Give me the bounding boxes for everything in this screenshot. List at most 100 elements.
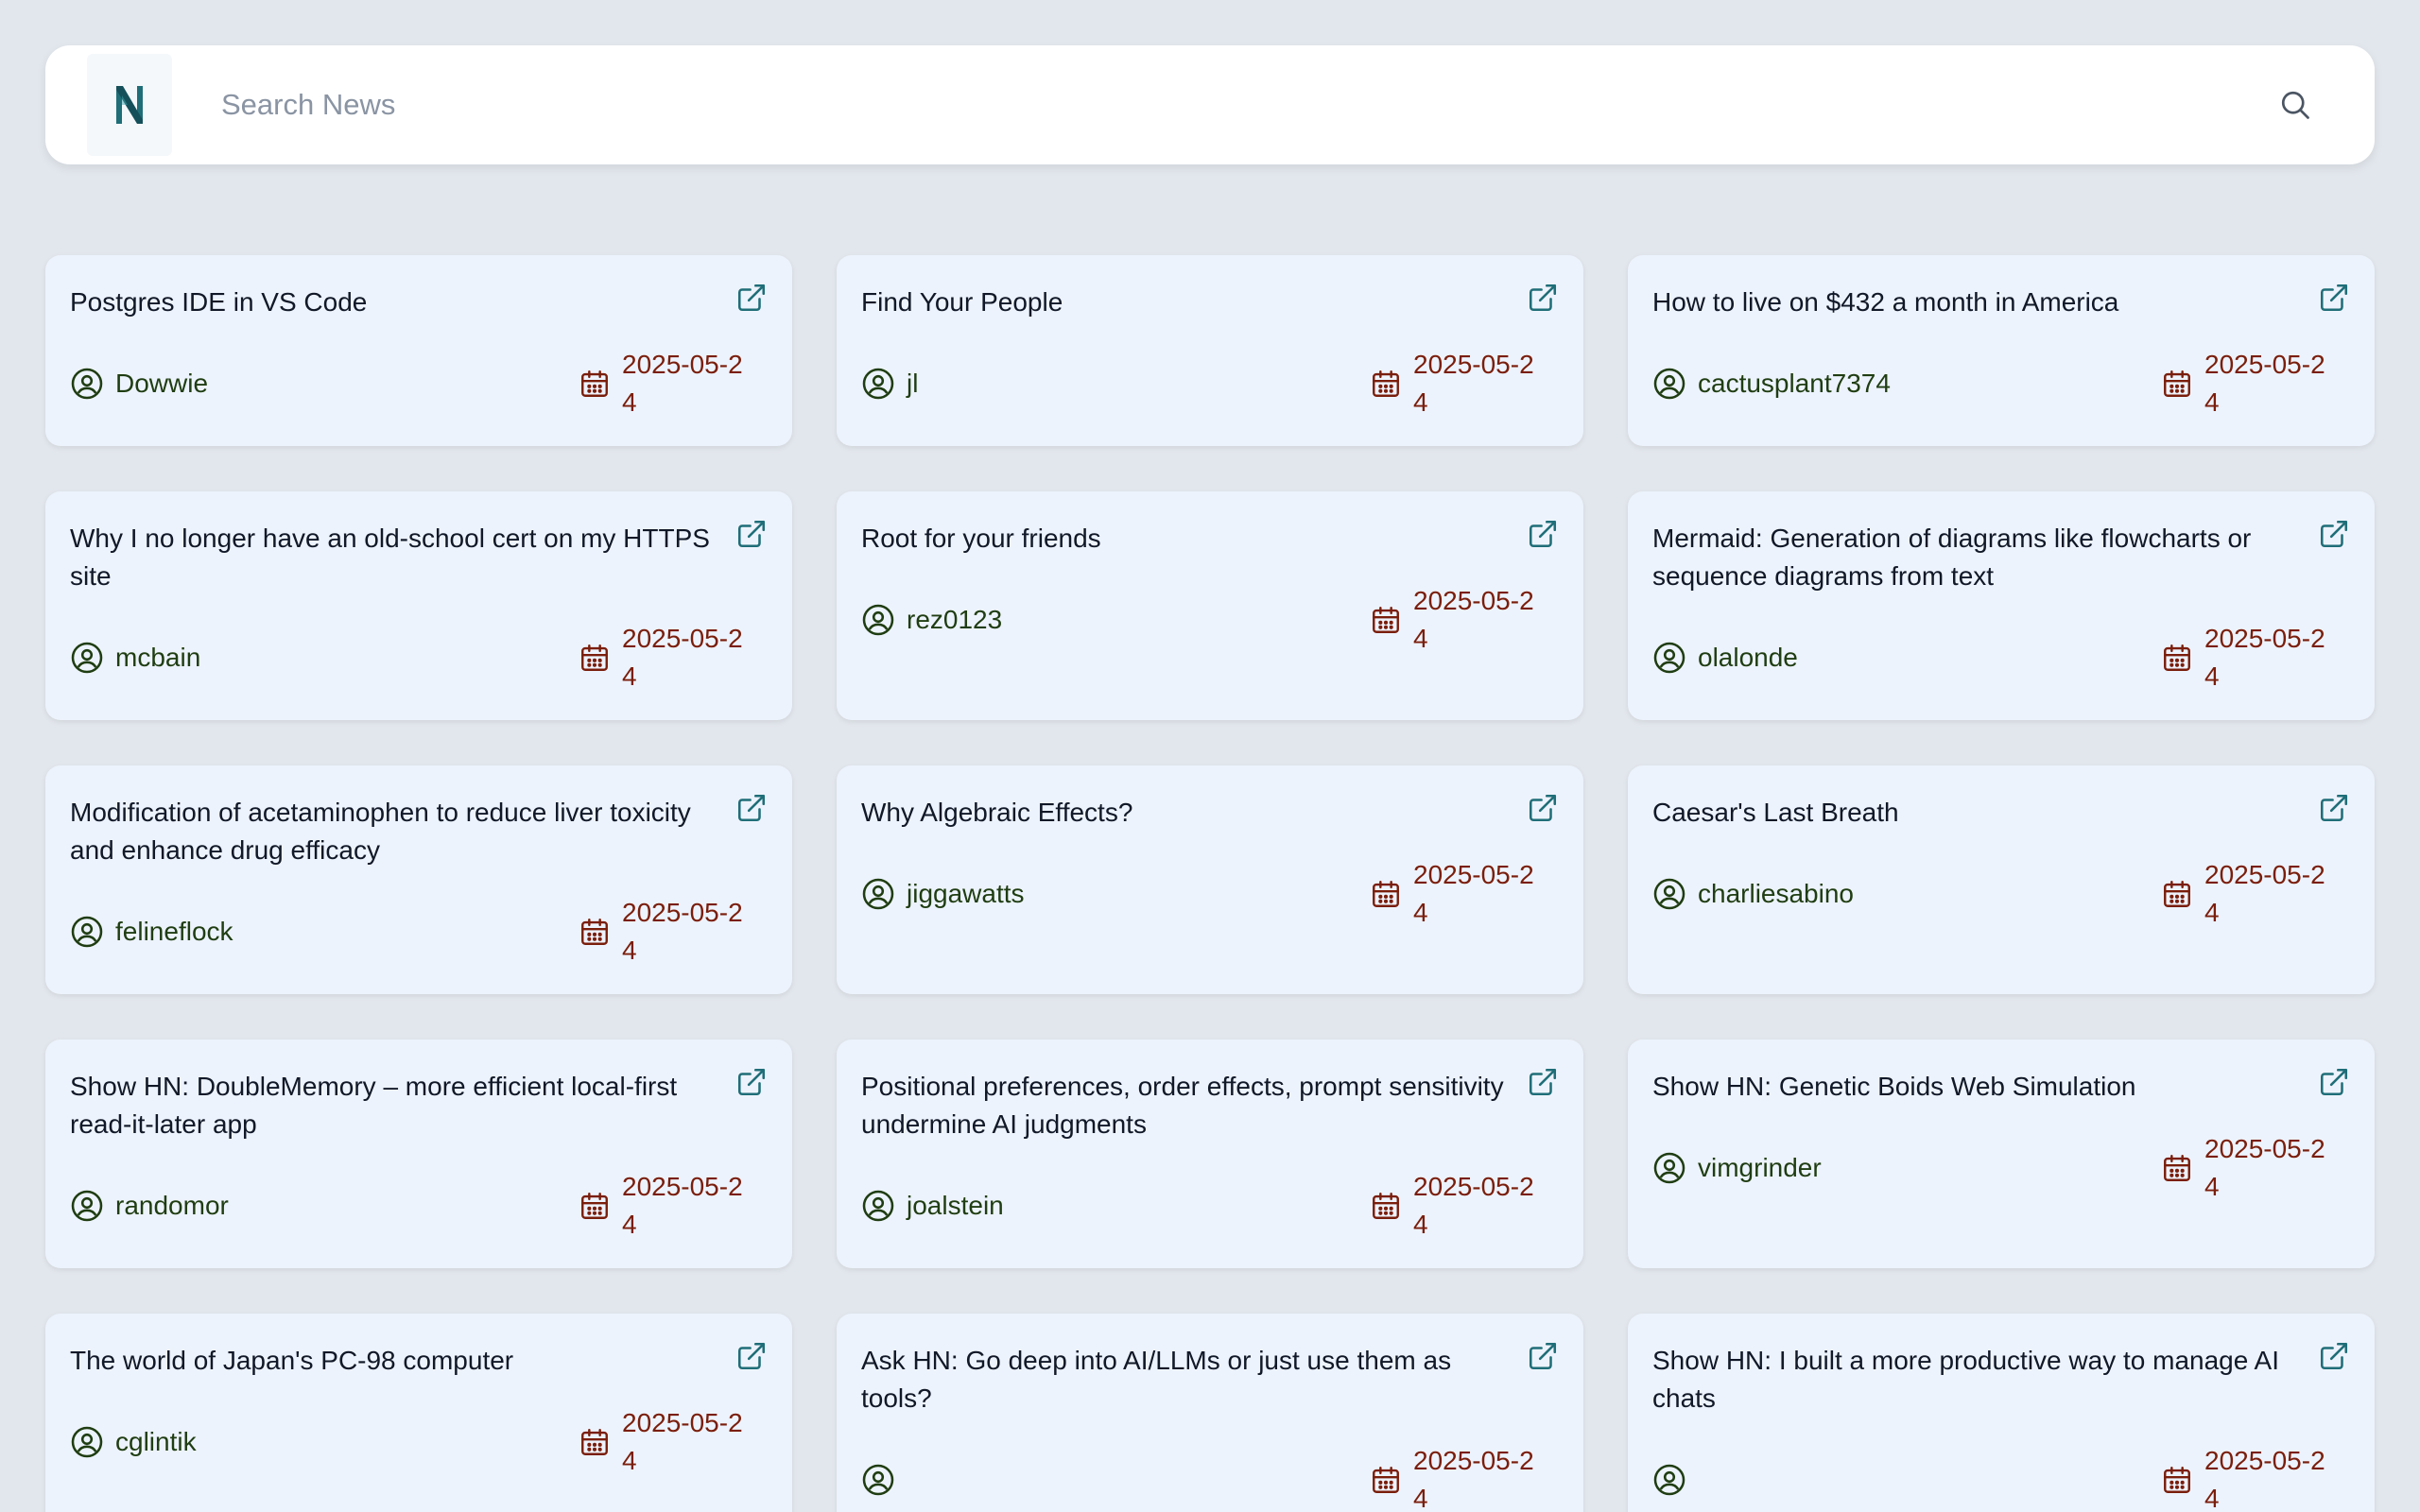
news-title[interactable]: Why I no longer have an old-school cert …: [70, 514, 713, 595]
news-card[interactable]: The world of Japan's PC-98 computer cgli…: [45, 1314, 792, 1512]
user-circle-icon: [1653, 642, 1685, 674]
calendar-icon: [1373, 1467, 1399, 1493]
date-text: 2025-05-24: [2204, 1446, 2325, 1512]
external-link-icon[interactable]: [1527, 1340, 1559, 1372]
search-input[interactable]: [221, 67, 2267, 143]
author: vimgrinder: [1652, 1151, 1822, 1185]
news-title[interactable]: Show HN: I built a more productive way t…: [1652, 1336, 2295, 1418]
news-card[interactable]: Find Your People jl 2025-05-24: [837, 255, 1583, 446]
date: 2025-05-24: [1370, 1442, 1559, 1512]
external-link-icon[interactable]: [1527, 282, 1559, 314]
calendar-icon: [1373, 1193, 1399, 1219]
author: cactusplant7374: [1652, 367, 1891, 401]
date: 2025-05-24: [2161, 856, 2350, 932]
author: joalstein: [861, 1189, 1004, 1223]
external-link-icon[interactable]: [735, 792, 768, 824]
external-link-icon[interactable]: [1527, 792, 1559, 824]
user-circle-icon: [1653, 1152, 1685, 1184]
author-name: cglintik: [115, 1427, 197, 1456]
news-title[interactable]: Postgres IDE in VS Code: [70, 278, 367, 321]
news-card[interactable]: Ask HN: Go deep into AI/LLMs or just use…: [837, 1314, 1583, 1512]
date-text: 2025-05-24: [2204, 624, 2325, 691]
search-button[interactable]: [2267, 77, 2324, 133]
author: jiggawatts: [861, 877, 1025, 911]
external-link-icon[interactable]: [2318, 792, 2350, 824]
author: randomor: [70, 1189, 229, 1223]
date: 2025-05-24: [2161, 1130, 2350, 1206]
news-card[interactable]: Modification of acetaminophen to reduce …: [45, 765, 792, 994]
author-name: randomor: [115, 1191, 229, 1220]
author: Dowwie: [70, 367, 208, 401]
news-card[interactable]: How to live on $432 a month in America c…: [1628, 255, 2375, 446]
date-text: 2025-05-24: [2204, 1134, 2325, 1201]
external-link-icon[interactable]: [2318, 1340, 2350, 1372]
news-title[interactable]: Root for your friends: [861, 514, 1101, 558]
date-text: 2025-05-24: [1413, 586, 1534, 653]
external-link-icon[interactable]: [2318, 282, 2350, 314]
search-bar: [45, 45, 2375, 164]
date: 2025-05-24: [1370, 1168, 1559, 1244]
external-link-icon[interactable]: [2318, 1066, 2350, 1098]
calendar-icon: [2164, 644, 2190, 671]
news-card[interactable]: Why I no longer have an old-school cert …: [45, 491, 792, 720]
news-title[interactable]: Show HN: Genetic Boids Web Simulation: [1652, 1062, 2136, 1106]
news-card[interactable]: Postgres IDE in VS Code Dowwie 2025-05-2…: [45, 255, 792, 446]
author-name: Dowwie: [115, 369, 209, 398]
external-link-icon[interactable]: [735, 1066, 768, 1098]
external-link-icon[interactable]: [735, 518, 768, 550]
news-grid: Postgres IDE in VS Code Dowwie 2025-05-2…: [45, 255, 2375, 1512]
news-title[interactable]: Ask HN: Go deep into AI/LLMs or just use…: [861, 1336, 1504, 1418]
news-title[interactable]: Show HN: DoubleMemory – more efficient l…: [70, 1062, 713, 1143]
author-name: joalstein: [907, 1191, 1004, 1220]
external-link-icon[interactable]: [1527, 518, 1559, 550]
calendar-icon: [2164, 1155, 2190, 1181]
news-card[interactable]: Show HN: I built a more productive way t…: [1628, 1314, 2375, 1512]
external-link-icon[interactable]: [735, 1340, 768, 1372]
calendar-icon: [581, 370, 608, 397]
date: 2025-05-24: [579, 346, 768, 421]
author: felineflock: [70, 915, 233, 949]
user-circle-icon: [862, 1464, 894, 1496]
author: cglintik: [70, 1425, 197, 1459]
date: 2025-05-24: [2161, 1442, 2350, 1512]
date: 2025-05-24: [2161, 346, 2350, 421]
user-circle-icon: [1653, 368, 1685, 400]
external-link-icon[interactable]: [2318, 518, 2350, 550]
date-text: 2025-05-24: [1413, 860, 1534, 927]
date-text: 2025-05-24: [1413, 1446, 1534, 1512]
news-title[interactable]: How to live on $432 a month in America: [1652, 278, 2118, 321]
news-title[interactable]: The world of Japan's PC-98 computer: [70, 1336, 513, 1380]
author: [1652, 1463, 1698, 1497]
calendar-icon: [1373, 370, 1399, 397]
news-title[interactable]: Why Algebraic Effects?: [861, 788, 1132, 832]
news-card[interactable]: Show HN: DoubleMemory – more efficient l…: [45, 1040, 792, 1268]
date-text: 2025-05-24: [622, 1408, 743, 1475]
news-card[interactable]: Caesar's Last Breath charliesabino 2025-…: [1628, 765, 2375, 994]
news-title[interactable]: Find Your People: [861, 278, 1063, 321]
logo[interactable]: [87, 54, 172, 156]
author: mcbain: [70, 641, 200, 675]
news-title[interactable]: Modification of acetaminophen to reduce …: [70, 788, 713, 869]
news-card[interactable]: Mermaid: Generation of diagrams like flo…: [1628, 491, 2375, 720]
user-circle-icon: [862, 878, 894, 910]
date: 2025-05-24: [2161, 620, 2350, 696]
author: jl: [861, 367, 918, 401]
news-title[interactable]: Mermaid: Generation of diagrams like flo…: [1652, 514, 2295, 595]
news-card[interactable]: Show HN: Genetic Boids Web Simulation vi…: [1628, 1040, 2375, 1268]
date: 2025-05-24: [1370, 856, 1559, 932]
calendar-icon: [581, 644, 608, 671]
author-name: felineflock: [115, 917, 233, 946]
news-card[interactable]: Positional preferences, order effects, p…: [837, 1040, 1583, 1268]
news-card[interactable]: Root for your friends rez0123 2025-05-24: [837, 491, 1583, 720]
external-link-icon[interactable]: [1527, 1066, 1559, 1098]
user-circle-icon: [1653, 1464, 1685, 1496]
calendar-icon: [1373, 881, 1399, 907]
date: 2025-05-24: [579, 1404, 768, 1480]
news-title[interactable]: Positional preferences, order effects, p…: [861, 1062, 1504, 1143]
author-name: charliesabino: [1698, 879, 1854, 908]
news-card[interactable]: Why Algebraic Effects? jiggawatts 2025-0…: [837, 765, 1583, 994]
user-circle-icon: [1653, 878, 1685, 910]
author: charliesabino: [1652, 877, 1854, 911]
external-link-icon[interactable]: [735, 282, 768, 314]
news-title[interactable]: Caesar's Last Breath: [1652, 788, 1899, 832]
